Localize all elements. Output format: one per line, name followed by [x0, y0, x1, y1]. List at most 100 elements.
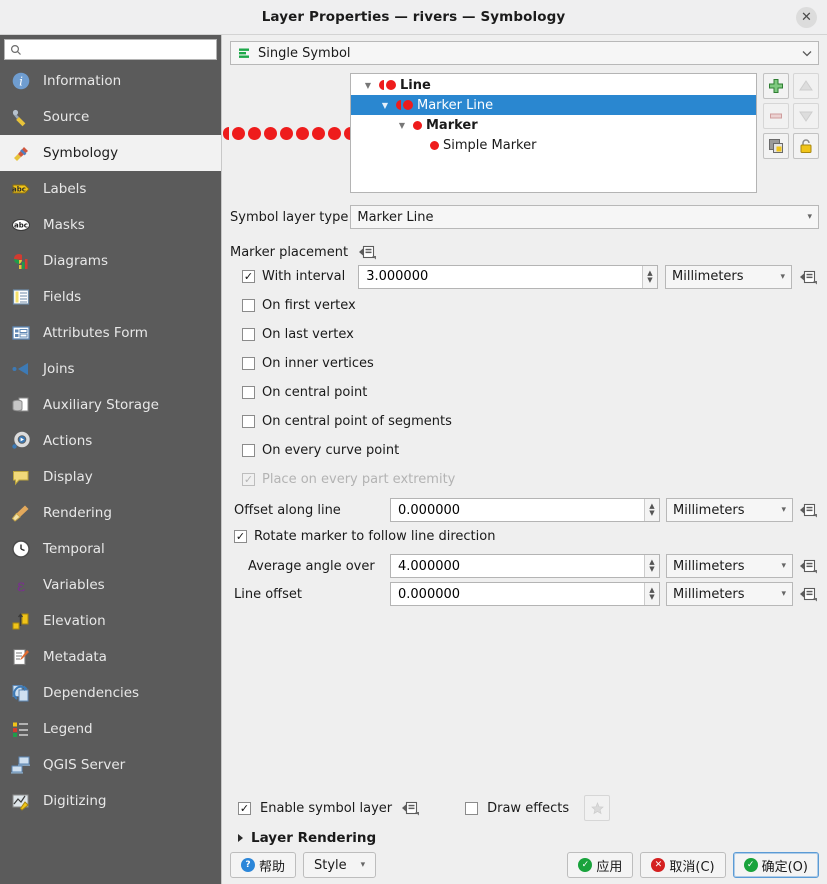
- symbol-layer-tree[interactable]: ▼ Line ▼ Marker Line ▼ Marker Simple Marker: [350, 73, 757, 193]
- placement-option-checkbox[interactable]: [242, 386, 255, 399]
- placement-option-row: Place on every part extremity: [230, 465, 819, 494]
- offset-along-line-input[interactable]: [396, 501, 644, 519]
- symbol-tree-node[interactable]: ▼ Marker: [351, 115, 756, 135]
- data-defined-override-icon[interactable]: [799, 267, 819, 287]
- chevron-down-icon: ▾: [807, 212, 812, 222]
- search-input[interactable]: [27, 41, 211, 58]
- sidebar-item-metadata[interactable]: Metadata: [0, 639, 221, 675]
- sidebar-item-digitizing[interactable]: Digitizing: [0, 783, 221, 819]
- close-icon[interactable]: ✕: [796, 7, 817, 28]
- remove-symbol-layer-button[interactable]: [763, 103, 789, 129]
- sidebar-item-symbology[interactable]: Symbology: [0, 135, 221, 171]
- data-defined-override-icon[interactable]: [799, 556, 819, 576]
- sidebar-item-label: Temporal: [43, 541, 105, 557]
- tree-expander-icon[interactable]: ▼: [361, 81, 375, 90]
- spinner-arrows-icon[interactable]: ▲ ▼: [644, 499, 659, 521]
- symbol-tree-node[interactable]: Simple Marker: [351, 135, 756, 155]
- layer-rendering-section[interactable]: Layer Rendering: [230, 821, 819, 846]
- cancel-button[interactable]: ✕ 取消(C): [640, 852, 726, 878]
- sidebar-item-attributes-form[interactable]: Attributes Form: [0, 315, 221, 351]
- sidebar-item-qgis-server[interactable]: QGIS Server: [0, 747, 221, 783]
- placement-option-checkbox[interactable]: [242, 270, 255, 283]
- rotate-marker-checkbox[interactable]: [234, 529, 247, 543]
- placement-option-checkbox[interactable]: [242, 415, 255, 428]
- spinner-arrows-icon[interactable]: ▲ ▼: [644, 555, 659, 577]
- symbology-brush-icon: [10, 142, 32, 164]
- draw-effects-settings-button[interactable]: [584, 795, 611, 821]
- line-offset-unit-combo[interactable]: Millimeters ▾: [666, 582, 793, 606]
- sidebar-item-variables[interactable]: ε Variables: [0, 567, 221, 603]
- interval-spinbox[interactable]: ▲▼: [358, 264, 658, 289]
- draw-effects-checkbox[interactable]: [465, 801, 479, 815]
- symbol-layer-type-row: Symbol layer type Marker Line ▾: [230, 205, 819, 229]
- check-icon: ✓: [578, 858, 593, 872]
- sidebar-item-display[interactable]: Display: [0, 459, 221, 495]
- spinner-arrows-icon[interactable]: ▲ ▼: [642, 265, 657, 288]
- enable-symbol-layer-checkbox[interactable]: [238, 801, 251, 815]
- line-offset-spinbox[interactable]: ▲▼: [390, 582, 660, 606]
- sidebar-item-information[interactable]: i Information: [0, 63, 221, 99]
- placement-option-checkbox[interactable]: [242, 299, 255, 312]
- rotate-marker-row: Rotate marker to follow line direction: [230, 522, 819, 550]
- sidebar-item-joins[interactable]: Joins: [0, 351, 221, 387]
- symbol-tree-node[interactable]: ▼ Marker Line: [351, 95, 756, 115]
- average-angle-input[interactable]: [396, 557, 644, 575]
- svg-text:i: i: [19, 75, 23, 89]
- offset-along-line-spinbox[interactable]: ▲▼: [390, 498, 660, 522]
- chevron-down-icon: ▾: [781, 505, 786, 515]
- style-button[interactable]: Style ▾: [303, 852, 377, 878]
- data-defined-override-icon[interactable]: [358, 242, 378, 262]
- symbol-tree-toolbar: [757, 73, 819, 159]
- interval-input[interactable]: [364, 268, 642, 285]
- add-symbol-layer-button[interactable]: [763, 73, 789, 99]
- interval-unit-combo[interactable]: Millimeters ▾: [665, 264, 792, 289]
- rendering-broom-icon: [10, 502, 32, 524]
- spinner-arrows-icon[interactable]: ▲ ▼: [644, 583, 659, 605]
- sidebar-item-rendering[interactable]: Rendering: [0, 495, 221, 531]
- data-defined-override-icon[interactable]: [799, 584, 819, 604]
- sidebar-item-legend[interactable]: Legend: [0, 711, 221, 747]
- sidebar-item-label: Fields: [43, 289, 82, 305]
- draw-effects-label: Draw effects: [487, 800, 570, 816]
- ok-button[interactable]: ✓ 确定(O): [732, 852, 819, 878]
- data-defined-override-icon[interactable]: [401, 798, 421, 818]
- duplicate-symbol-layer-button[interactable]: [763, 133, 789, 159]
- sidebar-item-actions[interactable]: Actions: [0, 423, 221, 459]
- search-box[interactable]: [4, 39, 217, 60]
- symbol-tree-node[interactable]: ▼ Line: [351, 75, 756, 95]
- lock-layer-button[interactable]: [793, 133, 819, 159]
- move-down-button[interactable]: [793, 103, 819, 129]
- sidebar-item-temporal[interactable]: Temporal: [0, 531, 221, 567]
- digitizing-icon: [10, 790, 32, 812]
- offset-along-line-unit-combo[interactable]: Millimeters ▾: [666, 498, 793, 522]
- line-offset-unit: Millimeters: [673, 586, 745, 602]
- move-up-button[interactable]: [793, 73, 819, 99]
- enable-symbol-layer-label: Enable symbol layer: [260, 800, 393, 816]
- sidebar-item-auxiliary-storage[interactable]: Auxiliary Storage: [0, 387, 221, 423]
- sidebar-item-labels[interactable]: abc Labels: [0, 171, 221, 207]
- help-button[interactable]: ? 帮助: [230, 852, 297, 878]
- placement-option-checkbox[interactable]: [242, 473, 255, 486]
- sidebar-item-diagrams[interactable]: Diagrams: [0, 243, 221, 279]
- data-defined-override-icon[interactable]: [799, 500, 819, 520]
- close-circle-icon: ✕: [651, 858, 666, 872]
- placement-option-row: On inner vertices: [230, 349, 819, 378]
- average-angle-spinbox[interactable]: ▲▼: [390, 554, 660, 578]
- placement-option-checkbox[interactable]: [242, 444, 255, 457]
- tree-expander-icon[interactable]: ▼: [395, 121, 409, 130]
- cancel-button-label: 取消(C): [669, 859, 715, 875]
- symbol-layer-type-combo[interactable]: Marker Line ▾: [350, 205, 819, 229]
- line-offset-input[interactable]: [396, 585, 644, 603]
- tree-expander-icon[interactable]: ▼: [378, 101, 392, 110]
- average-angle-unit-combo[interactable]: Millimeters ▾: [666, 554, 793, 578]
- apply-button[interactable]: ✓ 应用: [567, 852, 634, 878]
- sidebar-item-fields[interactable]: Fields: [0, 279, 221, 315]
- renderer-type-combo[interactable]: Single Symbol: [230, 41, 819, 65]
- placement-option-checkbox[interactable]: [242, 357, 255, 370]
- sidebar-item-elevation[interactable]: Elevation: [0, 603, 221, 639]
- content-inner: Single Symbol ▼ Line ▼ Marker Line ▼ Marker Si…: [222, 35, 827, 846]
- sidebar-item-masks[interactable]: abc Masks: [0, 207, 221, 243]
- sidebar-item-source[interactable]: Source: [0, 99, 221, 135]
- sidebar-item-dependencies[interactable]: Dependencies: [0, 675, 221, 711]
- placement-option-checkbox[interactable]: [242, 328, 255, 341]
